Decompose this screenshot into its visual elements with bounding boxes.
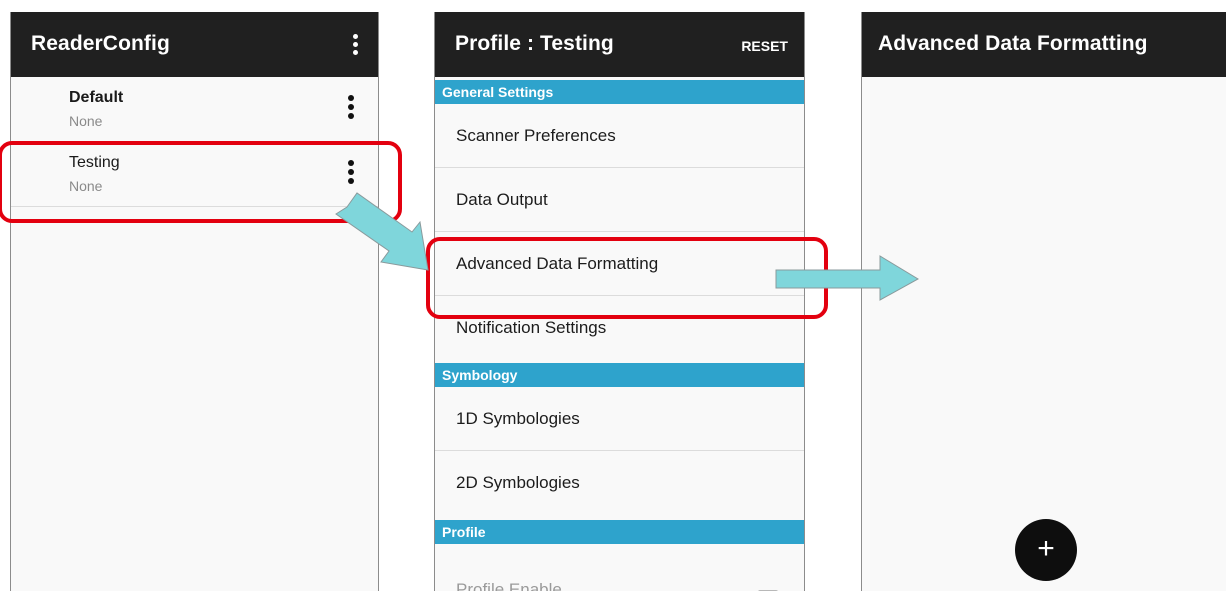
app-title: ReaderConfig	[31, 32, 170, 55]
highlight-advanced-data-formatting	[426, 237, 828, 319]
app-title: Advanced Data Formatting	[878, 32, 1148, 55]
menu-item-label: Data Output	[456, 190, 548, 209]
profile-subtitle: None	[69, 113, 103, 129]
reset-button[interactable]: RESET	[741, 38, 788, 54]
app-bar: ReaderConfig	[11, 12, 378, 77]
highlight-testing-profile	[0, 141, 402, 223]
advanced-data-formatting-screen: Advanced Data Formatting +	[861, 12, 1226, 591]
menu-item-label: Scanner Preferences	[456, 126, 616, 145]
plus-icon: +	[1037, 532, 1055, 565]
menu-item-label: 2D Symbologies	[456, 473, 580, 492]
section-header-symbology: Symbology	[435, 363, 804, 387]
menu-item-scanner-preferences[interactable]: Scanner Preferences	[435, 104, 804, 168]
menu-item-profile-enable[interactable]: Profile Enable	[435, 544, 804, 591]
section-header-general: General Settings	[435, 80, 804, 104]
profile-item-default[interactable]: Default None	[11, 77, 378, 142]
section-header-profile: Profile	[435, 520, 804, 544]
add-button[interactable]: +	[1015, 519, 1077, 581]
app-bar: Profile : Testing RESET	[435, 12, 804, 77]
menu-item-data-output[interactable]: Data Output	[435, 168, 804, 232]
menu-item-label: 1D Symbologies	[456, 409, 580, 428]
overflow-menu-icon[interactable]	[348, 95, 354, 122]
app-bar: Advanced Data Formatting	[862, 12, 1226, 77]
menu-item-1d-symbologies[interactable]: 1D Symbologies	[435, 387, 804, 451]
menu-item-2d-symbologies[interactable]: 2D Symbologies	[435, 451, 804, 515]
profile-name: Default	[69, 89, 124, 106]
menu-item-label: Notification Settings	[456, 318, 607, 337]
menu-item-label: Profile Enable	[456, 580, 562, 591]
overflow-menu-icon[interactable]	[353, 34, 358, 56]
reader-config-screen: ReaderConfig Default None Testing None	[10, 12, 379, 591]
app-title: Profile : Testing	[455, 32, 614, 55]
